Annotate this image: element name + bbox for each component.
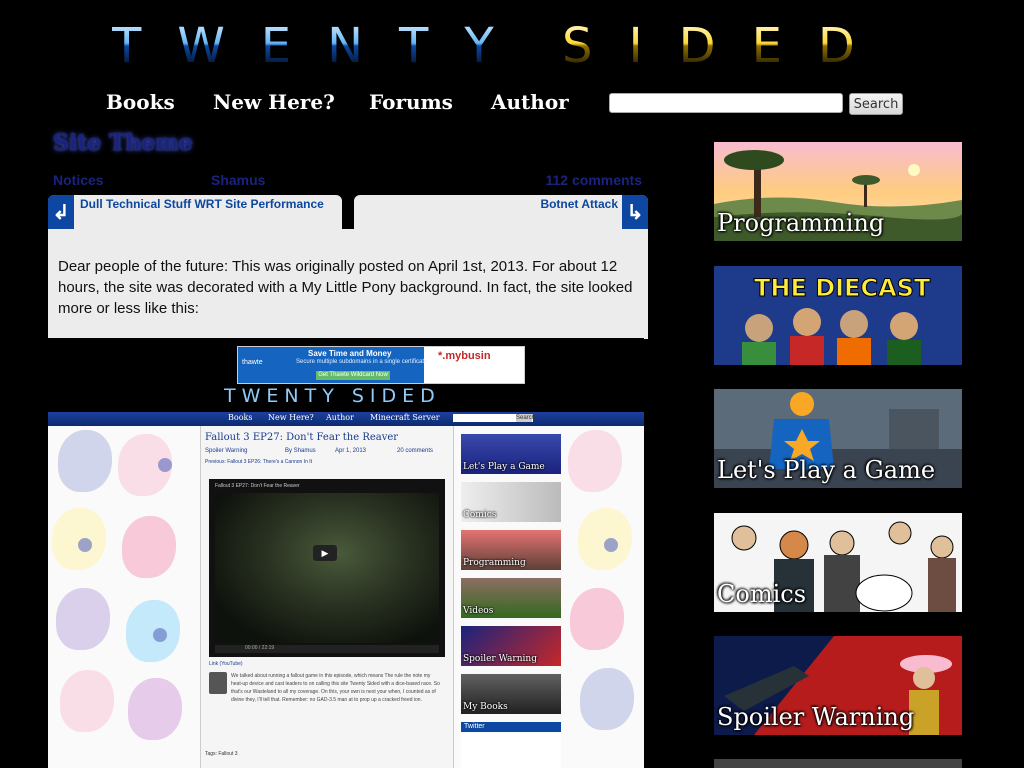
ss-ad-brand: *.mybusin xyxy=(438,350,491,362)
ss-nav-item: Author xyxy=(326,413,354,422)
ss-search-button: Search xyxy=(516,414,536,422)
sidebar-label: Programming xyxy=(717,209,885,237)
logo-text-left: TWENTY xyxy=(112,18,530,74)
ss-thumb: Videos xyxy=(461,578,561,618)
ss-thumb-label: Let's Play a Game xyxy=(463,462,545,472)
ss-ad-banner: thawte Save Time and Money Secure multip… xyxy=(237,346,525,384)
ss-link: Link (YouTube) xyxy=(209,661,243,667)
nav-new-here[interactable]: New Here? xyxy=(213,90,335,114)
next-arrow-icon[interactable]: ↳ xyxy=(622,195,648,229)
ss-ad-logo: thawte xyxy=(242,359,263,366)
pony-head xyxy=(580,668,634,730)
nav-forums[interactable]: Forums xyxy=(369,90,453,114)
search-input[interactable] xyxy=(609,93,843,113)
ss-meta-comments: 20 comments xyxy=(397,448,434,454)
ss-ad-left: thawte Save Time and Money Secure multip… xyxy=(238,347,428,383)
ss-tweet xyxy=(461,734,561,768)
ss-thumb: Let's Play a Game xyxy=(461,434,561,474)
ss-meta-author: By Shamus xyxy=(285,448,316,454)
pony-head xyxy=(52,508,106,570)
ss-avatar xyxy=(209,672,227,694)
pony-eye xyxy=(604,538,618,552)
ss-header: thawte Save Time and Money Secure multip… xyxy=(48,338,644,412)
sidebar-spoiler-warning[interactable]: Spoiler Warning xyxy=(714,636,962,735)
ss-meta-date: Apr 1, 2013 xyxy=(335,448,367,454)
theme-screenshot-image: thawte Save Time and Money Secure multip… xyxy=(48,338,644,768)
prev-post-link[interactable]: Dull Technical Stuff WRT Site Performanc… xyxy=(80,197,324,211)
scrollbar[interactable] xyxy=(1011,0,1024,768)
ss-thumb: My Books xyxy=(461,674,561,714)
ss-nav-item: New Here? xyxy=(268,413,314,422)
ss-logo-text: TWENTY SIDED xyxy=(224,385,441,407)
pony-eye xyxy=(158,458,172,472)
pony-eye xyxy=(153,628,167,642)
ss-ad-button: Get Thawte Wildcard Now xyxy=(316,371,390,380)
ss-video-controls: 00:00 / 22:19 xyxy=(215,645,439,653)
ss-thumb-label: Spoiler Warning xyxy=(463,654,537,664)
prev-arrow-icon[interactable]: ↲ xyxy=(48,195,74,229)
ss-video-time: 00:00 / 22:19 xyxy=(245,645,275,651)
nav-author[interactable]: Author xyxy=(491,90,569,114)
ss-video-player: Fallout 3 EP27: Don't Fear the Reaver ▶ … xyxy=(209,479,445,657)
ss-ad-subtitle: Secure multiple subdomains in a single c… xyxy=(296,359,428,365)
sidebar-lets-play[interactable]: Let's Play a Game xyxy=(714,389,962,488)
ss-body: We talked about running a fallout game i… xyxy=(231,673,440,703)
next-post-link[interactable]: Botnet Attack xyxy=(540,197,618,211)
pony-head xyxy=(128,678,182,740)
ss-meta-category: Spoiler Warning xyxy=(205,448,248,454)
ss-sidebar: Let's Play a Game Comics Programming Vid… xyxy=(461,434,561,768)
play-icon: ▶ xyxy=(313,545,337,561)
sidebar-programming[interactable]: Programming xyxy=(714,142,962,241)
pony-head xyxy=(60,670,114,732)
article-intro: Dear people of the future: This was orig… xyxy=(58,258,633,317)
ss-thumb: Comics xyxy=(461,482,561,522)
ss-thumb: Programming xyxy=(461,530,561,570)
sidebar-comics[interactable]: Comics xyxy=(714,513,962,612)
post-comments[interactable]: 112 comments xyxy=(546,172,643,188)
ss-twitter-header: Twitter xyxy=(461,722,561,732)
ss-video-title: Fallout 3 EP27: Don't Fear the Reaver xyxy=(215,483,300,489)
ss-post-title: Fallout 3 EP27: Don't Fear the Reaver xyxy=(205,432,399,443)
ss-thumb: Spoiler Warning xyxy=(461,626,561,666)
ss-nav-item: Minecraft Server xyxy=(370,413,440,422)
post-title[interactable]: Site Theme xyxy=(53,130,193,156)
logo-text-right: SIDED xyxy=(562,18,891,74)
ss-tags: Tags: Fallout 3 xyxy=(205,751,238,757)
pony-head xyxy=(570,588,624,650)
pony-head xyxy=(58,430,112,492)
diecast-image: THE DIECAST xyxy=(714,266,962,365)
ss-thumb-label: Programming xyxy=(463,558,526,568)
ss-thumb-label: Videos xyxy=(463,606,494,616)
ss-logo: TWENTY SIDED xyxy=(224,385,441,407)
ss-ad-title: Save Time and Money xyxy=(308,349,392,358)
post-author[interactable]: Shamus xyxy=(211,172,265,188)
ss-post: Fallout 3 EP27: Don't Fear the Reaver Sp… xyxy=(200,426,454,768)
diecast-logo: THE DIECAST xyxy=(754,274,931,302)
sidebar-label: Let's Play a Game xyxy=(717,456,936,484)
ss-thumb-label: My Books xyxy=(463,702,508,712)
pony-head xyxy=(568,430,622,492)
sidebar-label: Spoiler Warning xyxy=(717,703,915,731)
sidebar-label: Comics xyxy=(717,580,807,608)
ss-prev-line: Previous: Fallout 3 EP26: There's a Cann… xyxy=(205,459,313,465)
pony-head xyxy=(122,516,176,578)
pony-eye xyxy=(78,538,92,552)
pony-head xyxy=(578,508,632,570)
ss-nav-item: Books xyxy=(228,413,253,422)
post-category[interactable]: Notices xyxy=(53,172,104,188)
ss-navbar: Books New Here? Author Minecraft Server … xyxy=(48,412,644,426)
search-button[interactable]: Search xyxy=(849,93,903,115)
sidebar-diecast[interactable]: THE DIECAST xyxy=(714,266,962,365)
site-logo[interactable]: TWENTY SIDED xyxy=(112,18,902,88)
ss-video-frame xyxy=(215,493,439,643)
ss-thumb-label: Comics xyxy=(463,510,497,520)
sidebar-next-item[interactable] xyxy=(714,759,962,768)
pony-head xyxy=(56,588,110,650)
nav-books[interactable]: Books xyxy=(106,90,175,114)
